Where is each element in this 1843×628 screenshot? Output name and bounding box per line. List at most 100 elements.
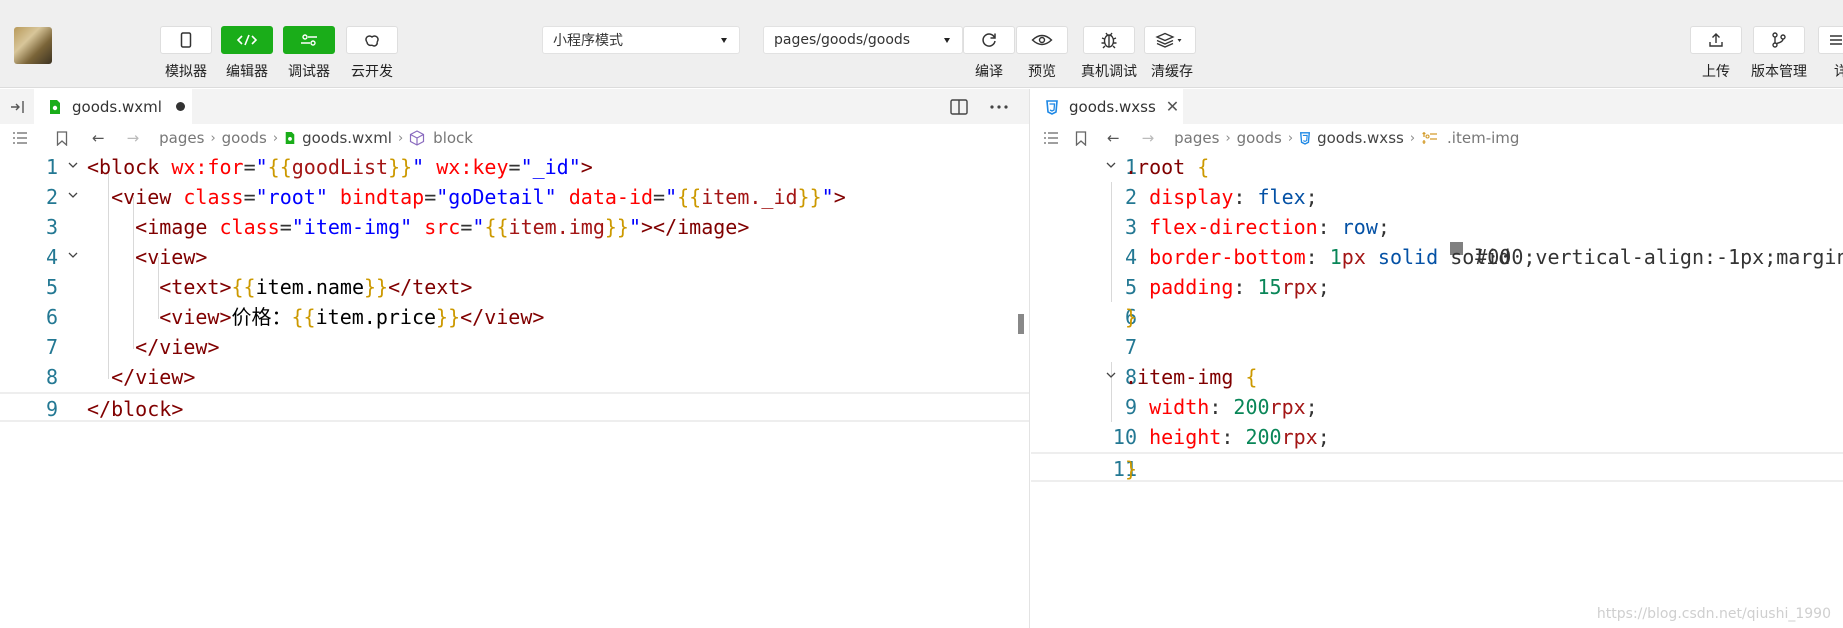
code-line[interactable]: 3 <image class="item-img" src="{{item.im…: [0, 212, 1029, 242]
cloud-dev-label: 云开发: [351, 64, 393, 80]
branch-icon: [1772, 32, 1786, 48]
editor-tab-bar: goods.wxml: [0, 89, 1029, 124]
scrollbar-thumb[interactable]: [1018, 314, 1024, 334]
code-line[interactable]: 5 padding: 15rpx;: [1031, 272, 1843, 302]
code-text: <view>价格：{{item.price}}</view>: [159, 305, 545, 329]
collapse-sidebar-icon[interactable]: [10, 100, 28, 114]
chevron-down-icon: [944, 38, 950, 43]
code-text: }: [1125, 305, 1138, 329]
code-line[interactable]: 7: [1031, 332, 1843, 362]
code-line[interactable]: 10 height: 200rpx;: [1031, 422, 1843, 452]
layers-icon: [1155, 32, 1182, 48]
page-select[interactable]: pages/goods/goods: [763, 26, 963, 54]
clear-cache-button[interactable]: [1144, 26, 1196, 54]
code-line[interactable]: 3 flex-direction: row;: [1031, 212, 1843, 242]
wxml-file-icon: [50, 99, 60, 114]
editor-label: 编辑器: [226, 64, 268, 80]
css-file-icon: [1046, 99, 1058, 115]
code-line[interactable]: 7 </view>: [0, 332, 1029, 362]
mode-select-value: 小程序模式: [553, 33, 623, 49]
code-text: }: [1125, 457, 1138, 481]
details-label: 详: [1834, 64, 1843, 80]
breadcrumb-item[interactable]: goods.wxml: [302, 129, 392, 147]
code-line[interactable]: 5 <text>{{item.name}}</text>: [0, 272, 1029, 302]
avatar[interactable]: [14, 27, 52, 64]
clear-cache-label: 清缓存: [1151, 64, 1193, 80]
refresh-icon: [982, 33, 996, 47]
breadcrumb-item[interactable]: pages: [1174, 129, 1219, 147]
preview-button[interactable]: [1016, 26, 1068, 54]
breadcrumb-separator: ›: [1225, 130, 1231, 146]
code-line[interactable]: 11}: [1031, 452, 1843, 482]
tab-goods-wxss[interactable]: goods.wxss ✕: [1031, 89, 1183, 124]
breadcrumb-item[interactable]: goods.wxss: [1317, 129, 1404, 147]
code-text: </view>: [135, 335, 220, 359]
editor-tab-bar: goods.wxss ✕: [1031, 89, 1843, 124]
code-text: </block>: [87, 397, 184, 421]
fold-chevron-icon[interactable]: [1105, 159, 1117, 171]
bookmark-icon[interactable]: [1075, 130, 1087, 146]
breadcrumb-item[interactable]: goods: [1237, 129, 1282, 147]
code-line[interactable]: 2 display: flex;: [1031, 182, 1843, 212]
breadcrumb-separator: ›: [272, 130, 279, 146]
code-text: .root {: [1125, 155, 1210, 179]
upload-button[interactable]: [1690, 26, 1742, 54]
version-management-label: 版本管理: [1751, 64, 1807, 80]
simulator-label: 模拟器: [165, 64, 207, 80]
code-line[interactable]: 8 </view>: [0, 362, 1029, 392]
back-arrow-icon[interactable]: ←: [1107, 129, 1120, 147]
fold-chevron-icon[interactable]: [67, 189, 79, 201]
bookmark-icon[interactable]: [56, 130, 68, 146]
compile-label: 编译: [975, 64, 1003, 80]
debugger-button[interactable]: [283, 26, 335, 54]
forward-arrow-icon[interactable]: →: [127, 129, 140, 147]
code-line[interactable]: 1 .root {: [1031, 152, 1843, 182]
back-arrow-icon[interactable]: ←: [92, 129, 105, 147]
outline-icon[interactable]: [1043, 132, 1059, 144]
code-line[interactable]: 1 <block wx:for="{{goodList}}" wx:key="_i…: [0, 152, 1029, 182]
code-text: .item-img {: [1125, 365, 1258, 389]
breadcrumb-separator: ›: [210, 130, 216, 146]
version-management-button[interactable]: [1753, 26, 1805, 54]
code-line[interactable]: 6 <view>价格：{{item.price}}</view>: [0, 302, 1029, 332]
upload-label: 上传: [1702, 64, 1730, 80]
line-number: 7: [45, 335, 58, 359]
outline-icon[interactable]: [12, 132, 28, 144]
code-line[interactable]: 2 <view class="root" bindtap="goDetail" …: [0, 182, 1029, 212]
breadcrumb-item[interactable]: pages: [159, 129, 204, 147]
breadcrumb-item[interactable]: goods: [222, 129, 267, 147]
code-line[interactable]: 4 <view>: [0, 242, 1029, 272]
more-actions-icon[interactable]: [990, 105, 1008, 109]
preview-label: 预览: [1028, 64, 1056, 80]
mode-select[interactable]: 小程序模式: [542, 26, 740, 54]
code-line[interactable]: 9 width: 200rpx;: [1031, 392, 1843, 422]
details-button[interactable]: [1818, 26, 1843, 54]
wxss-code-editor[interactable]: 1 .root {2 display: flex; 3 flex-direction…: [1031, 152, 1843, 628]
compile-button[interactable]: [963, 26, 1015, 54]
fold-chevron-icon[interactable]: [1105, 369, 1117, 381]
breadcrumb-separator: ›: [397, 130, 404, 146]
split-editor-icon[interactable]: [950, 99, 968, 115]
line-number: 5: [45, 275, 58, 299]
forward-arrow-icon[interactable]: →: [1142, 129, 1155, 147]
simulator-button[interactable]: [160, 26, 212, 54]
close-icon[interactable]: ✕: [1166, 97, 1179, 116]
code-line[interactable]: 4 border-bottom: 1px solid solid #000;ve…: [1031, 242, 1843, 272]
fold-chevron-icon[interactable]: [67, 249, 79, 261]
cloud-dev-button[interactable]: [346, 26, 398, 54]
breadcrumb-separator: ›: [1409, 130, 1416, 146]
breadcrumb-item[interactable]: .item-img: [1447, 129, 1519, 147]
details-icon: [1830, 35, 1842, 45]
editor-button[interactable]: [221, 26, 273, 54]
fold-chevron-icon[interactable]: [67, 159, 79, 171]
code-line[interactable]: 8 .item-img {: [1031, 362, 1843, 392]
code-line[interactable]: 9 </block>: [0, 392, 1029, 422]
eye-icon: [1031, 34, 1053, 46]
code-line[interactable]: 6}: [1031, 302, 1843, 332]
wxml-code-editor[interactable]: 1 <block wx:for="{{goodList}}" wx:key="_i…: [0, 152, 1029, 628]
tab-goods-wxml[interactable]: goods.wxml: [34, 89, 192, 124]
real-device-debug-button[interactable]: [1083, 26, 1135, 54]
line-number: 8: [45, 365, 58, 389]
code-text: flex-direction: row;: [1149, 215, 1390, 239]
breadcrumb-item[interactable]: block: [433, 129, 473, 147]
